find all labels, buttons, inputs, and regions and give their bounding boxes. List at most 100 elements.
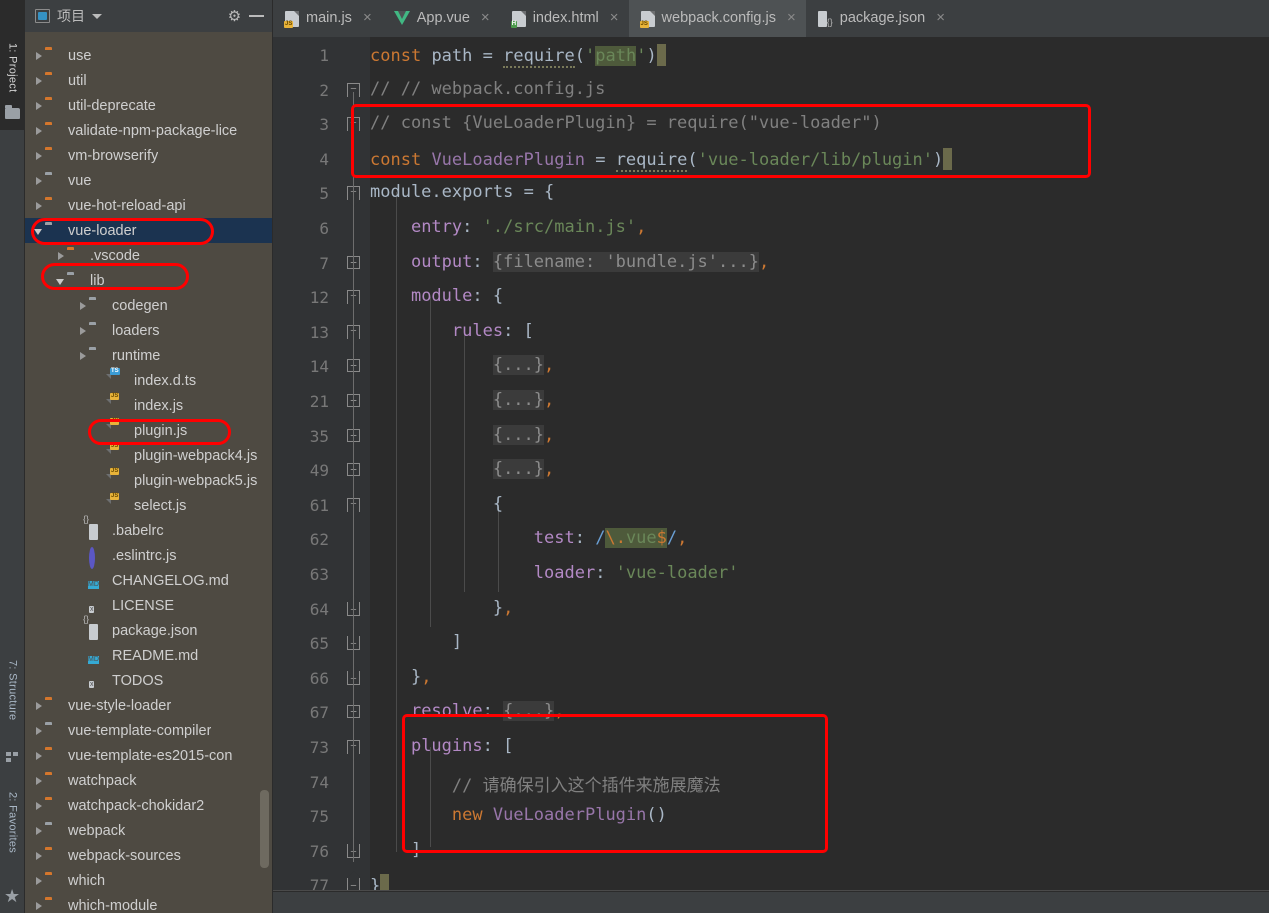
chevron-right-icon[interactable] — [33, 150, 45, 162]
editor-horizontal-scrollbar[interactable] — [273, 891, 1269, 913]
expand-fold-icon[interactable]: + — [347, 705, 361, 719]
collapse-fold-icon[interactable]: − — [347, 324, 361, 346]
code-line[interactable]: const VueLoaderPlugin = require('vue-loa… — [370, 147, 953, 172]
tree-row-which[interactable]: which — [25, 868, 272, 893]
code-line[interactable]: // // webpack.config.js — [370, 79, 605, 99]
tree-row-use[interactable]: use — [25, 43, 272, 68]
chevron-right-icon[interactable] — [33, 700, 45, 712]
expand-fold-icon[interactable]: + — [347, 463, 361, 477]
code-line[interactable]: ] — [370, 840, 421, 860]
collapse-fold-icon[interactable]: − — [347, 186, 361, 208]
code-line[interactable]: ] — [370, 632, 462, 652]
chevron-right-icon[interactable] — [55, 250, 67, 262]
tree-row-webpack-sources[interactable]: webpack-sources — [25, 843, 272, 868]
code-line[interactable]: // 请确保引入这个插件来施展魔法 — [370, 771, 721, 796]
chevron-right-icon[interactable] — [33, 900, 45, 912]
minus-icon[interactable] — [249, 15, 264, 17]
chevron-right-icon[interactable] — [77, 325, 89, 337]
tree-row-plugin.js[interactable]: JS plugin.js — [25, 417, 272, 443]
tree-row-vue-template-compiler[interactable]: vue-template-compiler — [25, 718, 272, 743]
chevron-right-icon[interactable] — [33, 125, 45, 137]
tree-row-runtime[interactable]: runtime — [25, 343, 272, 368]
code-line[interactable]: plugins: [ — [370, 736, 513, 756]
collapse-fold-icon[interactable]: − — [347, 740, 361, 761]
tree-row-vue-hot-reload-api[interactable]: vue-hot-reload-api — [25, 193, 272, 218]
expand-fold-icon[interactable]: + — [347, 394, 361, 408]
tree-row-select.js[interactable]: JS select.js — [25, 492, 272, 518]
chevron-right-icon[interactable] — [33, 725, 45, 737]
close-icon[interactable]: × — [363, 9, 372, 26]
tree-row-which-module[interactable]: which-module — [25, 893, 272, 913]
collapse-fold-end-icon[interactable]: − — [347, 663, 361, 685]
tree-row-validate-npm-package-lice[interactable]: validate-npm-package-lice — [25, 118, 272, 143]
tree-row-loaders[interactable]: loaders — [25, 318, 272, 343]
code-line[interactable]: entry: './src/main.js', — [370, 217, 646, 237]
code-line[interactable]: {...}, — [370, 424, 554, 445]
tree-row-vue-loader[interactable]: vue-loader — [25, 218, 272, 243]
collapse-fold-icon[interactable]: − — [347, 82, 361, 104]
code-line[interactable]: // const {VueLoaderPlugin} = require("vu… — [370, 113, 882, 133]
editor-tab-index-html[interactable]: Hindex.html × — [500, 0, 629, 37]
chevron-right-icon[interactable] — [33, 50, 45, 62]
code-editor[interactable]: 12−3−45−67+12−13−14+21+35+49+61−626364−6… — [273, 37, 1269, 913]
expand-fold-icon[interactable]: + — [347, 428, 361, 443]
code-line[interactable]: loader: 'vue-loader' — [370, 563, 739, 583]
close-icon[interactable]: × — [481, 9, 490, 26]
tree-row-index.js[interactable]: JS index.js — [25, 392, 272, 418]
chevron-right-icon[interactable] — [33, 750, 45, 762]
tree-row-vue-style-loader[interactable]: vue-style-loader — [25, 693, 272, 718]
tree-row-todos[interactable]: x TODOS — [25, 668, 272, 693]
editor-tab-main-js[interactable]: JS main.js × — [273, 0, 382, 37]
chevron-down-icon[interactable] — [55, 275, 67, 287]
code-line[interactable]: const path = require('path') — [370, 44, 666, 68]
tree-row-watchpack-chokidar2[interactable]: watchpack-chokidar2 — [25, 793, 272, 818]
code-line[interactable]: module: { — [370, 286, 503, 306]
tree-row-vue-template-es2015-con[interactable]: vue-template-es2015-con — [25, 743, 272, 768]
collapse-fold-icon[interactable]: − — [347, 290, 361, 312]
tool-button-structure[interactable]: 7: Structure — [0, 638, 25, 743]
tree-row-watchpack[interactable]: watchpack — [25, 768, 272, 793]
chevron-right-icon[interactable] — [77, 350, 89, 362]
chevron-right-icon[interactable] — [33, 875, 45, 887]
project-tree-scrollbar[interactable] — [260, 790, 269, 868]
chevron-right-icon[interactable] — [33, 200, 45, 212]
close-icon[interactable]: × — [610, 9, 619, 26]
code-area[interactable]: const path = require('path') // // webpac… — [370, 37, 1269, 913]
chevron-right-icon[interactable] — [33, 775, 45, 787]
code-line[interactable]: {...}, — [370, 459, 554, 480]
tree-row-lib[interactable]: lib — [25, 268, 272, 293]
project-tree[interactable]: use util util-deprecate validate-npm-packag… — [25, 32, 272, 913]
chevron-right-icon[interactable] — [33, 800, 45, 812]
editor-gutter[interactable]: 12−3−45−67+12−13−14+21+35+49+61−626364−6… — [273, 37, 370, 913]
chevron-right-icon[interactable] — [33, 100, 45, 112]
collapse-fold-icon[interactable]: − — [347, 117, 361, 139]
tree-row-.vscode[interactable]: .vscode — [25, 243, 272, 268]
tree-row-vm-browserify[interactable]: vm-browserify — [25, 143, 272, 168]
tree-row-.babelrc[interactable]: .babelrc — [25, 518, 272, 543]
tree-row-util-deprecate[interactable]: util-deprecate — [25, 93, 272, 118]
code-line[interactable]: }, — [370, 598, 514, 618]
chevron-right-icon[interactable] — [33, 825, 45, 837]
collapse-fold-icon[interactable]: − — [347, 497, 361, 519]
tree-row-plugin-webpack5.js[interactable]: JS plugin-webpack5.js — [25, 467, 272, 493]
editor-tab-package-json[interactable]: package.json × — [806, 0, 955, 37]
code-line[interactable]: { — [370, 494, 503, 514]
collapse-fold-end-icon[interactable]: − — [347, 629, 361, 651]
chevron-down-icon[interactable] — [33, 225, 45, 237]
chevron-right-icon[interactable] — [33, 850, 45, 862]
tree-row-vue[interactable]: vue — [25, 168, 272, 193]
tree-row-codegen[interactable]: codegen — [25, 293, 272, 318]
tree-row-index.d.ts[interactable]: TS index.d.ts — [25, 367, 272, 393]
code-line[interactable]: }, — [370, 667, 432, 687]
tree-row-changelog.md[interactable]: xMD CHANGELOG.md — [25, 568, 272, 593]
editor-tab-webpack-config-js[interactable]: JS webpack.config.js × — [628, 0, 806, 37]
tree-row-license[interactable]: x LICENSE — [25, 593, 272, 618]
tree-row-package.json[interactable]: package.json — [25, 618, 272, 643]
code-line[interactable]: output: {filename: 'bundle.js'...}, — [370, 251, 769, 272]
chevron-right-icon[interactable] — [33, 75, 45, 87]
code-line[interactable]: rules: [ — [370, 321, 534, 341]
tree-row-plugin-webpack4.js[interactable]: JS plugin-webpack4.js — [25, 442, 272, 468]
code-line[interactable]: test: /\.vue$/, — [370, 528, 687, 549]
close-icon[interactable]: × — [787, 9, 796, 26]
code-line[interactable]: new VueLoaderPlugin() — [370, 805, 667, 825]
